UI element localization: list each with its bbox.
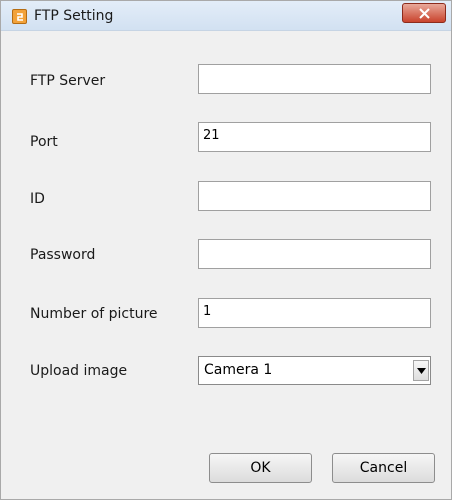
id-label: ID [30, 191, 45, 207]
upload-image-label: Upload image [30, 363, 128, 379]
ftp-server-label: FTP Server [30, 73, 106, 89]
chevron-down-icon [417, 368, 426, 374]
port-label: Port [30, 134, 58, 150]
close-button[interactable] [402, 3, 446, 23]
ftp-app-icon [12, 9, 27, 24]
upload-image-selected: Camera 1 [204, 362, 273, 378]
password-label: Password [30, 247, 96, 263]
port-input[interactable]: 21 [198, 122, 431, 152]
ftp-setting-dialog: FTP Setting FTP Server Port 21 ID Passwo… [0, 0, 452, 500]
password-input[interactable] [198, 239, 431, 269]
title-bar[interactable]: FTP Setting [1, 1, 451, 31]
number-of-picture-label: Number of picture [30, 306, 158, 322]
id-input[interactable] [198, 181, 431, 211]
ftp-server-input[interactable] [198, 64, 431, 94]
number-of-picture-input[interactable]: 1 [198, 298, 431, 328]
cancel-button[interactable]: Cancel [332, 453, 435, 483]
upload-image-select[interactable]: Camera 1 [198, 356, 431, 385]
window-title: FTP Setting [34, 8, 114, 24]
close-icon [419, 8, 430, 19]
ok-button[interactable]: OK [209, 453, 312, 483]
dropdown-arrow-button[interactable] [413, 360, 429, 381]
